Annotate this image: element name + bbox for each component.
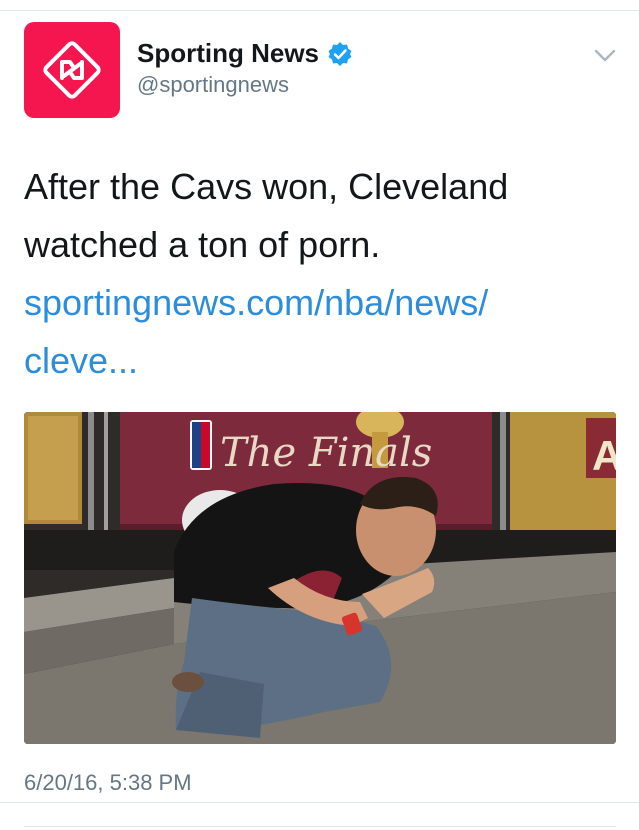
author-name-text: Sporting News <box>137 38 320 68</box>
avatar[interactable] <box>24 22 120 118</box>
author-handle[interactable]: @sportingnews <box>137 72 289 98</box>
tweet-link-line-2[interactable]: cleve... <box>24 340 138 381</box>
side-sign-letter: A <box>592 432 616 479</box>
tweet-text: After the Cavs won, Cleveland watched a … <box>24 158 614 390</box>
tweet-timestamp[interactable]: 6/20/16, 5:38 PM <box>24 770 192 796</box>
tweet-link-line-1[interactable]: sportingnews.com/nba/news/ <box>24 282 488 323</box>
top-divider <box>0 10 639 11</box>
verified-badge-icon <box>328 41 352 66</box>
author-display-name[interactable]: Sporting News <box>137 38 353 69</box>
sporting-news-logo-icon <box>43 41 101 99</box>
tweet-text-line-1: After the Cavs won, Cleveland <box>24 166 509 207</box>
bottom-divider <box>0 802 639 803</box>
tweet-media-photo[interactable]: The Finals A <box>24 412 616 744</box>
chevron-down-icon[interactable] <box>592 46 618 66</box>
photo-kneeling-fan: The Finals A <box>24 412 616 744</box>
tweet-text-line-2: watched a ton of porn. <box>24 224 381 265</box>
bottom-divider-inner <box>24 826 616 827</box>
banner-text: The Finals <box>220 430 432 476</box>
